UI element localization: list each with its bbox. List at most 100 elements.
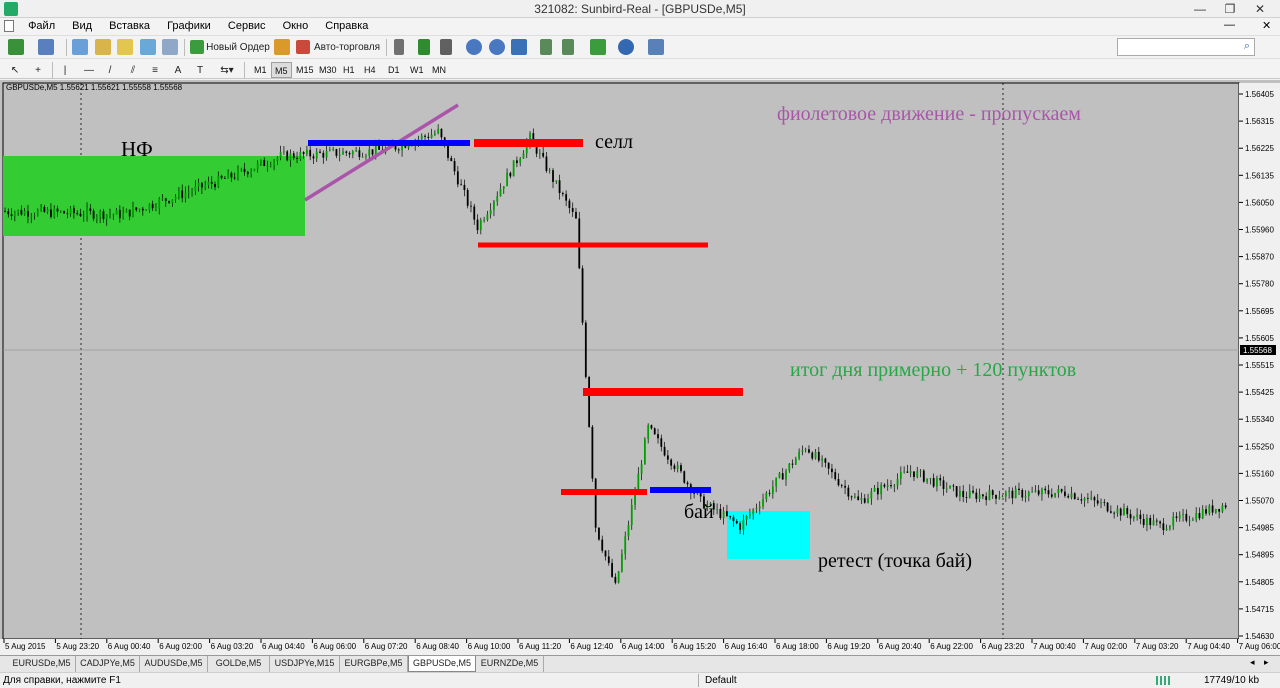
tab-golde[interactable]: GOLDe,M5 [208,656,270,672]
candle-bear [1073,493,1076,499]
candle-bull [647,425,650,439]
indicators-icon[interactable] [590,39,606,55]
candle-bear [89,208,92,211]
autoscroll-icon[interactable] [540,39,552,55]
candle-bull [33,215,36,217]
candle-bull [305,149,308,155]
channel-icon[interactable]: ⫽ [126,62,140,79]
bar-chart-icon[interactable] [394,39,404,55]
chart-tabs: EURUSDe,M5 CADJPYe,M5 AUDUSDe,M5 GOLDe,M… [0,655,1280,672]
tab-eurusde[interactable]: EURUSDe,M5 [8,656,76,672]
tile-windows-icon[interactable] [511,39,527,55]
candle-bull [30,216,33,217]
minimize-button[interactable]: — [1187,0,1213,18]
candle-bull [998,497,1001,499]
menu-close-icon[interactable]: ✕ [1262,19,1271,32]
periods-icon[interactable] [618,39,634,55]
text-icon[interactable]: A [172,62,184,79]
chart-window[interactable]: НФ селл бай фиолетовое движение - пропус… [0,80,1280,655]
candle-bear [358,150,361,158]
tf-h1[interactable]: H1 [340,62,358,78]
tf-m30[interactable]: M30 [316,62,340,78]
search-input[interactable]: ⌕ [1117,38,1255,56]
tab-cadjpye[interactable]: CADJPYe,M5 [76,656,140,672]
zoom-out-icon[interactable] [489,39,505,55]
menu-charts[interactable]: Графики [160,18,218,35]
candle-bear [660,438,663,447]
tf-m1[interactable]: M1 [251,62,270,78]
metaeditor-icon[interactable] [274,39,290,55]
tab-gbpusde[interactable]: GBPUSDe,M5 [408,656,476,672]
candle-bear [394,145,397,150]
tf-d1[interactable]: D1 [385,62,403,78]
tf-m5[interactable]: M5 [271,62,292,78]
close-button[interactable]: ✕ [1247,0,1273,18]
candle-bull [273,160,275,166]
line-chart-icon[interactable] [440,39,452,55]
candlestick-icon[interactable] [418,39,430,55]
tf-mn[interactable]: MN [429,62,449,78]
candle-bear [952,485,955,487]
candle-bear [102,211,105,220]
templates-icon[interactable] [648,39,664,55]
text-label-icon[interactable]: T [194,62,206,79]
candle-bear [975,492,978,499]
tester-icon[interactable] [162,39,178,55]
tab-eurgbpe[interactable]: EURGBPe,M5 [340,656,408,672]
candle-bull [778,473,781,478]
tab-eurnzde[interactable]: EURNZDe,M5 [476,656,544,672]
candle-bull [758,506,761,509]
menu-tools[interactable]: Сервис [221,18,273,35]
candle-bear [456,171,459,185]
navigator-icon[interactable] [117,39,133,55]
market-watch-icon[interactable] [72,39,88,55]
candle-bear [863,498,866,503]
candle-bear [1044,488,1047,491]
fibonacci-icon[interactable]: ≡ [148,62,162,79]
candle-bull [1172,516,1175,526]
candle-bear [460,184,463,186]
crosshair-icon[interactable]: + [31,62,45,79]
tab-audusde[interactable]: AUDUSDe,M5 [140,656,208,672]
time-tick-label: 6 Aug 02:00 [159,642,202,651]
tf-w1[interactable]: W1 [407,62,427,78]
candle-bear [739,523,741,530]
terminal-icon[interactable] [140,39,156,55]
tf-h4[interactable]: H4 [361,62,379,78]
tabs-left-arrow-icon[interactable]: ◂ [1250,657,1255,668]
tabs-right-arrow-icon[interactable]: ▸ [1264,657,1269,668]
candle-bear [768,492,771,494]
candle-bull [283,151,285,153]
menu-help[interactable]: Справка [318,18,375,35]
candle-bear [1093,497,1096,501]
candle-bear [56,208,59,212]
candle-bull [36,210,39,216]
autotrading-button[interactable]: Авто-торговля [312,39,382,56]
new-chart-icon[interactable] [8,39,24,55]
profiles-icon[interactable] [38,39,54,55]
zoom-in-icon[interactable] [466,39,482,55]
shapes-dropdown-icon[interactable]: ⇆▾ [216,62,238,79]
menu-file[interactable]: Файл [21,18,62,35]
candle-bear [650,425,653,429]
candle-bear [450,157,453,162]
trendline-icon[interactable]: / [104,62,116,79]
data-window-icon[interactable] [95,39,111,55]
menu-window[interactable]: Окно [276,18,316,35]
cursor-icon[interactable]: ↖ [9,62,21,79]
tf-m15[interactable]: M15 [293,62,317,78]
candle-bear [286,151,289,161]
menu-minimize-icon[interactable]: — [1224,19,1235,31]
restore-button[interactable]: ❐ [1217,0,1243,18]
time-tick-label: 6 Aug 07:20 [365,642,408,651]
candle-bull [191,191,193,193]
vertical-line-icon[interactable]: | [61,62,69,79]
search-icon[interactable]: ⌕ [1244,40,1250,53]
tab-usdjpye[interactable]: USDJPYe,M15 [270,656,340,672]
menu-insert[interactable]: Вставка [102,18,157,35]
menu-view[interactable]: Вид [65,18,99,35]
chart-shift-icon[interactable] [562,39,574,55]
new-order-button[interactable]: Новый Ордер [206,39,270,56]
price-chart[interactable]: НФ селл бай фиолетовое движение - пропус… [0,80,1280,655]
horizontal-line-icon[interactable]: — [82,62,96,79]
